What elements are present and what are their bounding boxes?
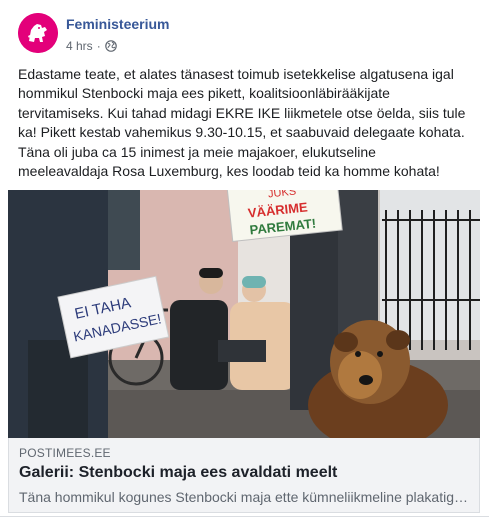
globe-icon[interactable] (104, 40, 117, 52)
post-photo[interactable]: EI TAHA KANADASSE! JUKS VÄÄRIME PAREMAT! (8, 190, 480, 438)
post-meta: 4 hrs · (66, 39, 117, 53)
link-preview[interactable]: POSTIMEES.EE Galerii: Stenbocki maja ees… (8, 438, 480, 513)
post-card: Feministeerium 4 hrs · Edastame teate, e… (0, 0, 489, 523)
link-headline[interactable]: Galerii: Stenbocki maja ees avaldati mee… (19, 464, 337, 482)
card-bottom-divider (0, 516, 489, 517)
link-domain: POSTIMEES.EE (19, 446, 111, 460)
post-body-text: Edastame teate, et alates tänasest toimu… (18, 66, 466, 180)
meta-separator: · (96, 39, 101, 53)
protest-photo-illustration: EI TAHA KANADASSE! JUKS VÄÄRIME PAREMAT! (8, 190, 480, 438)
page-name-link[interactable]: Feministeerium (66, 16, 169, 32)
link-description: Täna hommikul kogunes Stenbocki maja ett… (19, 489, 471, 505)
feminist-lion-logo-icon (18, 13, 58, 53)
page-avatar[interactable] (18, 13, 58, 53)
post-header: Feministeerium 4 hrs · (18, 13, 478, 57)
post-timestamp[interactable]: 4 hrs (66, 39, 93, 53)
